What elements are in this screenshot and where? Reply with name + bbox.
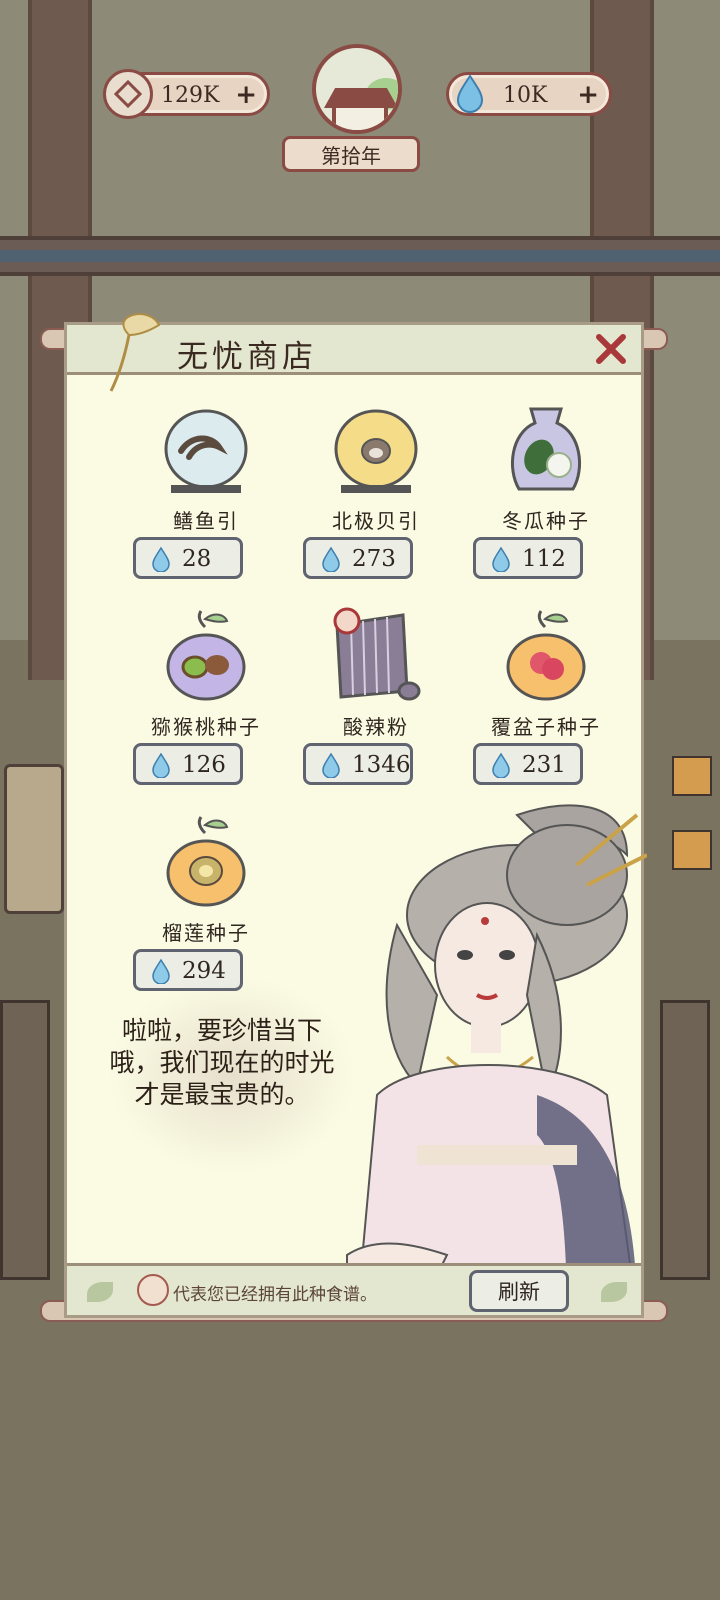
item-name: 北极贝引 — [332, 509, 420, 533]
shopkeeper-character — [346, 804, 647, 1315]
year-label: 第拾年 — [282, 136, 420, 172]
background-beam — [0, 236, 720, 276]
water-drop-icon — [492, 546, 510, 572]
shop-item-durian-seed[interactable]: 榴莲种子 294 — [131, 811, 281, 1001]
buy-button[interactable]: 126 — [133, 743, 243, 785]
buy-button[interactable]: 28 — [133, 537, 243, 579]
kiwi-seed-bag-icon — [166, 610, 246, 701]
raspberry-seed-bag-icon — [506, 610, 586, 701]
shop-header: 无忧商店 — [67, 313, 641, 392]
background-box — [672, 830, 712, 870]
water-drop-icon — [322, 546, 340, 572]
durian-seed-bag-icon — [166, 816, 246, 907]
coins-value: 129K — [161, 83, 220, 108]
shop-item-hot-sour-noodles[interactable]: 酸辣粉 1346 — [301, 605, 451, 795]
background-cabinet — [4, 764, 64, 914]
item-name: 酸辣粉 — [343, 715, 409, 739]
item-price: 28 — [182, 546, 212, 572]
coin-icon — [103, 69, 153, 119]
background-shelf-left — [0, 1000, 50, 1280]
item-name: 猕猴桃种子 — [151, 715, 261, 739]
shop-title: 无忧商店 — [177, 339, 317, 375]
water-drop-icon — [152, 752, 170, 778]
shop-item-eel-lure[interactable]: 鳝鱼引 28 — [131, 399, 281, 589]
item-price: 273 — [352, 546, 396, 572]
water-drop-icon — [445, 69, 495, 119]
clam-jar-icon — [334, 409, 418, 493]
eel-jar-icon — [164, 409, 248, 493]
shopkeeper-speech: 啦啦，要珍惜当下哦，我们现在的时光才是最宝贵的。 — [109, 1016, 335, 1109]
shop-panel: 无忧商店 鳝鱼引 28 北极贝引 273 冬瓜种子 112 猕猴桃种子 126 … — [64, 313, 647, 1318]
buy-button[interactable]: 112 — [473, 537, 583, 579]
buy-button[interactable]: 1346 — [303, 743, 413, 785]
item-price: 112 — [522, 546, 566, 572]
water-drop-icon — [152, 546, 170, 572]
water-counter[interactable]: 10K + — [446, 72, 612, 116]
shop-item-wintermelon-seed[interactable]: 冬瓜种子 112 — [471, 399, 621, 589]
item-name: 鳝鱼引 — [173, 509, 239, 533]
item-name: 榴莲种子 — [162, 921, 250, 945]
close-icon — [596, 334, 626, 364]
leaf-icon — [601, 1282, 627, 1302]
background-shelf-right — [660, 1000, 710, 1280]
add-coins-button[interactable]: + — [235, 80, 257, 110]
shop-item-kiwi-seed[interactable]: 猕猴桃种子 126 — [131, 605, 281, 795]
item-price: 126 — [182, 752, 226, 778]
shop-item-raspberry-seed[interactable]: 覆盆子种子 231 — [471, 605, 621, 795]
buy-button[interactable]: 273 — [303, 537, 413, 579]
shop-item-clam-lure[interactable]: 北极贝引 273 — [301, 399, 451, 589]
year-emblem — [290, 44, 420, 144]
item-price: 231 — [522, 752, 566, 778]
item-name: 覆盆子种子 — [491, 715, 601, 739]
buy-button[interactable]: 231 — [473, 743, 583, 785]
coins-counter[interactable]: 129K + — [103, 69, 270, 119]
item-name: 冬瓜种子 — [502, 509, 590, 533]
background-box — [672, 756, 712, 796]
refresh-button[interactable]: 刷新 — [469, 1270, 569, 1312]
wintermelon-seed-bag-icon — [511, 407, 581, 491]
recipe-scroll-icon — [333, 607, 421, 701]
water-value: 10K — [503, 83, 548, 108]
recipe-owned-icon — [137, 1274, 169, 1306]
item-price: 1346 — [352, 752, 411, 778]
shop-footer: 代表您已经拥有此种食谱。 刷新 — [67, 1263, 641, 1315]
leaf-icon — [87, 1282, 113, 1302]
close-button[interactable] — [593, 331, 629, 367]
water-drop-icon — [492, 752, 510, 778]
legend-text: 代表您已经拥有此种食谱。 — [173, 1285, 377, 1305]
add-water-button[interactable]: + — [577, 80, 599, 110]
ginkgo-leaf-icon — [109, 313, 161, 392]
water-drop-icon — [322, 752, 340, 778]
